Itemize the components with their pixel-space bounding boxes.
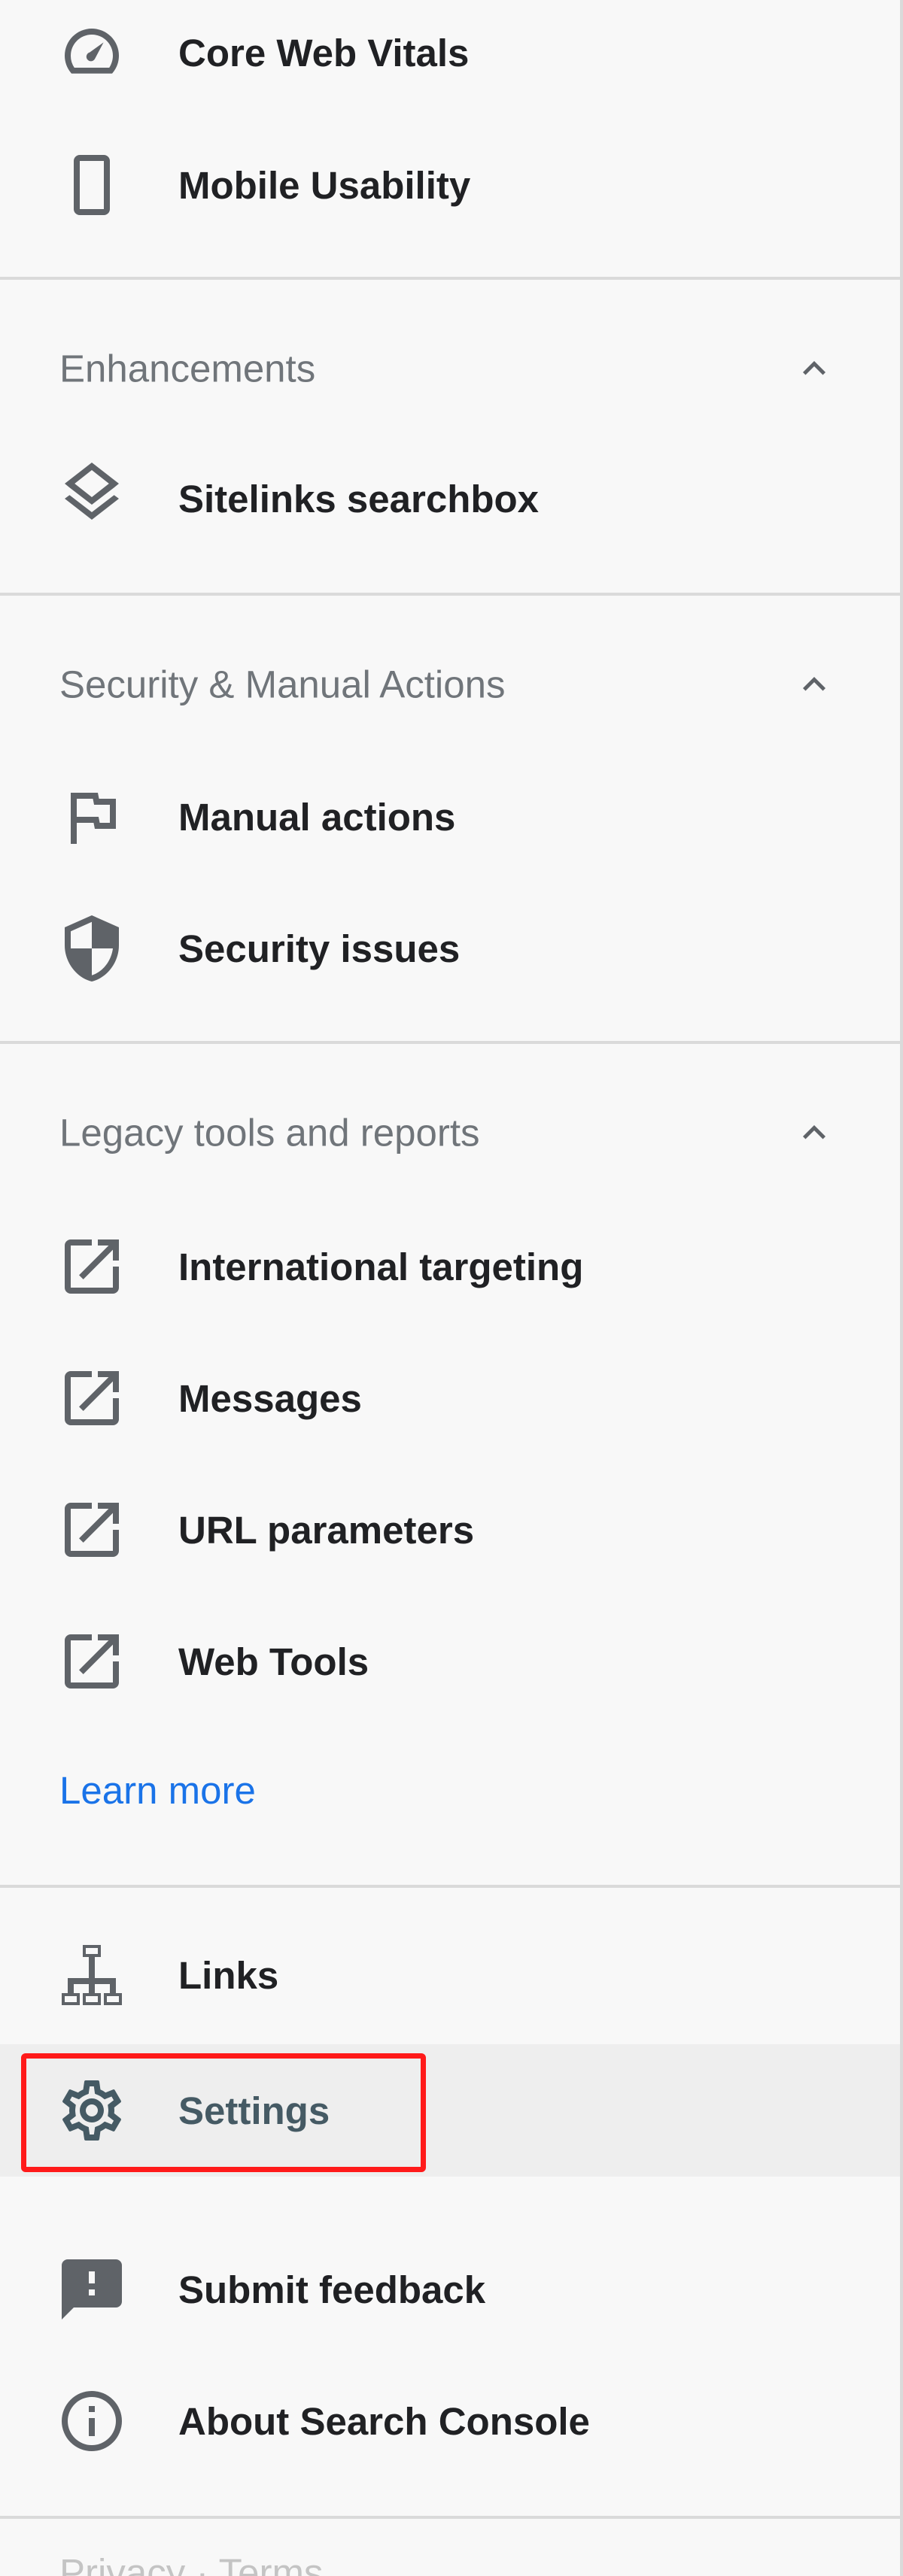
section-divider (0, 1885, 900, 1888)
nav-item-links[interactable]: Links (0, 1909, 900, 2041)
nav-item-core-web-vitals[interactable]: Core Web Vitals (0, 0, 900, 119)
nav-item-url-parameters[interactable]: URL parameters (0, 1464, 900, 1596)
nav-item-label: Submit feedback (178, 2268, 486, 2311)
nav-item-label: Manual actions (178, 795, 456, 839)
nav-item-manual-actions[interactable]: Manual actions (0, 751, 900, 883)
open-in-new-icon (56, 1362, 128, 1434)
info-icon (56, 2385, 128, 2457)
section-header-enhancements[interactable]: Enhancements (0, 316, 900, 421)
nav-item-submit-feedback[interactable]: Submit feedback (0, 2223, 900, 2356)
chevron-up-icon[interactable] (792, 662, 837, 707)
sidebar-nav: Core Web Vitals Mobile Usability Enhance… (0, 0, 903, 2576)
nav-item-label: Links (178, 1953, 279, 1997)
layers-icon (56, 463, 128, 535)
nav-item-label: Core Web Vitals (178, 31, 470, 74)
nav-item-international-targeting[interactable]: International targeting (0, 1200, 900, 1333)
nav-item-label: Sitelinks searchbox (178, 477, 540, 520)
shield-icon (56, 912, 128, 985)
nav-item-settings[interactable]: Settings (0, 2044, 900, 2177)
speed-gauge-icon (56, 17, 128, 89)
nav-item-label: URL parameters (178, 1508, 475, 1552)
nav-item-label: Mobile Usability (178, 163, 471, 207)
gear-icon (56, 2074, 128, 2147)
section-divider (0, 277, 900, 280)
section-title: Legacy tools and reports (59, 1111, 480, 1154)
section-title: Security & Manual Actions (59, 663, 506, 706)
nav-item-security-issues[interactable]: Security issues (0, 882, 900, 1015)
section-title: Enhancements (59, 347, 316, 390)
feedback-icon (56, 2253, 128, 2326)
nav-item-label: International targeting (178, 1245, 584, 1288)
nav-item-label: Web Tools (178, 1640, 369, 1683)
nav-item-sitelinks-searchbox[interactable]: Sitelinks searchbox (0, 432, 900, 565)
nav-item-label: About Search Console (178, 2399, 590, 2443)
nav-item-messages[interactable]: Messages (0, 1332, 900, 1464)
sitemap-icon (56, 1939, 128, 2011)
nav-item-label: Settings (178, 2089, 330, 2132)
flag-icon (56, 781, 128, 853)
section-header-security[interactable]: Security & Manual Actions (0, 632, 900, 737)
nav-item-about-search-console[interactable]: About Search Console (0, 2355, 900, 2487)
nav-item-web-tools[interactable]: Web Tools (0, 1595, 900, 1728)
section-divider (0, 593, 900, 596)
open-in-new-icon (56, 1494, 128, 1566)
chevron-up-icon[interactable] (792, 1110, 837, 1155)
nav-item-mobile-usability[interactable]: Mobile Usability (0, 119, 900, 251)
open-in-new-icon (56, 1625, 128, 1698)
section-header-legacy-tools[interactable]: Legacy tools and reports (0, 1080, 900, 1185)
nav-item-label: Messages (178, 1376, 362, 1420)
nav-item-label: Security issues (178, 927, 461, 970)
chevron-up-icon[interactable] (792, 346, 837, 391)
section-divider (0, 1041, 900, 1044)
open-in-new-icon (56, 1230, 128, 1303)
learn-more-link[interactable]: Learn more (59, 1771, 256, 1810)
smartphone-icon (56, 149, 128, 221)
footer-links[interactable]: Privacy · Terms (59, 2553, 323, 2576)
section-divider (0, 2516, 900, 2519)
